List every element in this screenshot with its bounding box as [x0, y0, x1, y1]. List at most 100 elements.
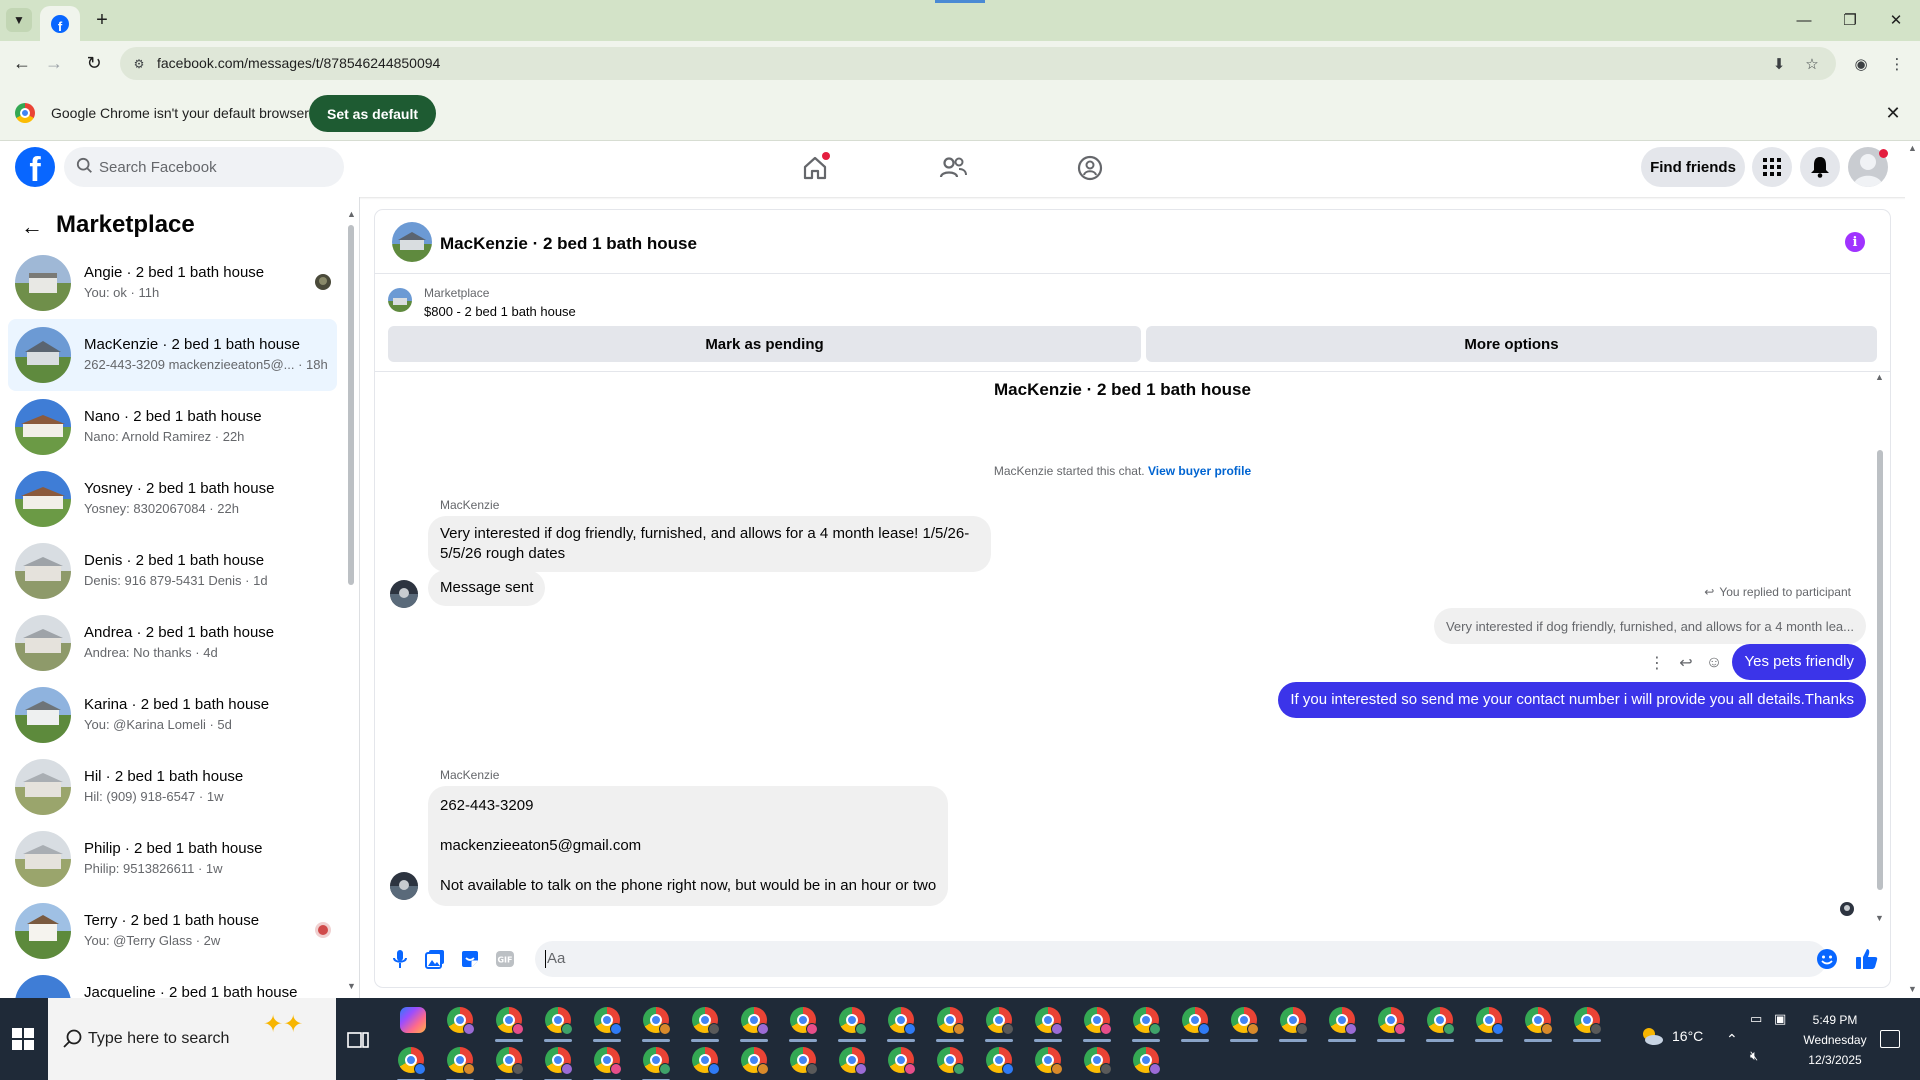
find-friends-button[interactable]: Find friends — [1641, 147, 1745, 187]
notifications-button[interactable] — [1800, 147, 1840, 187]
scroll-down-arrow-icon[interactable]: ▼ — [347, 981, 356, 991]
chrome-window-taskbar-icon[interactable] — [692, 1007, 720, 1035]
conversation-info-button[interactable]: i — [1845, 232, 1865, 252]
scroll-up-arrow-icon[interactable]: ▲ — [347, 209, 356, 219]
chrome-window-taskbar-icon[interactable] — [594, 1007, 622, 1035]
facebook-search-input[interactable]: Search Facebook — [64, 147, 344, 187]
chrome-window-taskbar-icon[interactable] — [741, 1047, 769, 1075]
sidebar-back-button[interactable]: ← — [20, 214, 44, 239]
notification-center-icon[interactable] — [1880, 1030, 1900, 1048]
sidebar-scroll-thumb[interactable] — [348, 225, 354, 585]
bookmark-star-icon[interactable]: ☆ — [1801, 53, 1823, 75]
gif-button[interactable]: GIF — [493, 947, 517, 971]
conversation-item-philip[interactable]: Philip · 2 bed 1 bath house Philip: 9513… — [8, 823, 337, 895]
chrome-window-taskbar-icon[interactable] — [1084, 1047, 1112, 1075]
chrome-window-taskbar-icon[interactable] — [1427, 1007, 1455, 1035]
chrome-window-taskbar-icon[interactable] — [1378, 1007, 1406, 1035]
set-as-default-button[interactable]: Set as default — [309, 95, 437, 132]
chrome-window-taskbar-icon[interactable] — [643, 1007, 671, 1035]
new-tab-button[interactable]: + — [90, 8, 114, 32]
sticker-button[interactable] — [458, 947, 482, 971]
quoted-message[interactable]: Very interested if dog friendly, furnish… — [1433, 608, 1866, 644]
chrome-window-taskbar-icon[interactable] — [447, 1047, 475, 1075]
chrome-window-taskbar-icon[interactable] — [1133, 1047, 1161, 1075]
chrome-window-taskbar-icon[interactable] — [888, 1007, 916, 1035]
infobar-close-button[interactable]: ✕ — [1882, 102, 1904, 124]
speaker-muted-icon[interactable]: 🔇︎ — [1750, 1048, 1758, 1064]
chrome-window-taskbar-icon[interactable] — [643, 1047, 671, 1075]
emoji-button[interactable] — [1815, 947, 1839, 971]
chat-scroll-thumb[interactable] — [1877, 450, 1883, 890]
chrome-window-taskbar-icon[interactable] — [545, 1047, 573, 1075]
copilot-app-icon[interactable] — [400, 1007, 426, 1033]
chrome-window-taskbar-icon[interactable] — [496, 1047, 524, 1075]
browser-tab-facebook[interactable]: f — [40, 6, 80, 41]
chrome-window-taskbar-icon[interactable] — [545, 1007, 573, 1035]
incoming-message[interactable]: Message sent — [428, 570, 546, 606]
outgoing-message[interactable]: Yes pets friendly — [1732, 644, 1866, 680]
reload-button[interactable]: ↻ — [82, 51, 106, 75]
chrome-window-taskbar-icon[interactable] — [888, 1047, 916, 1075]
chrome-window-taskbar-icon[interactable] — [1182, 1007, 1210, 1035]
conversation-item-nano[interactable]: Nano · 2 bed 1 bath house Nano: Arnold R… — [8, 391, 337, 463]
taskbar-clock[interactable]: 5:49 PM Wednesday 12/3/2025 — [1780, 1010, 1890, 1070]
conversation-item-mackenzie[interactable]: MacKenzie · 2 bed 1 bath house 262-443-3… — [8, 319, 337, 391]
more-options-button[interactable]: More options — [1146, 326, 1877, 362]
conversation-item-terry[interactable]: Terry · 2 bed 1 bath house You: @Terry G… — [8, 895, 337, 967]
browser-menu-icon[interactable]: ⋮ — [1886, 53, 1908, 75]
chrome-window-taskbar-icon[interactable] — [790, 1047, 818, 1075]
chrome-window-taskbar-icon[interactable] — [986, 1007, 1014, 1035]
chrome-window-taskbar-icon[interactable] — [447, 1007, 475, 1035]
windows-start-icon[interactable] — [12, 1028, 34, 1050]
chrome-window-taskbar-icon[interactable] — [839, 1007, 867, 1035]
show-hidden-icons-chevron-up-icon[interactable]: ⌃ — [1726, 1031, 1738, 1048]
scroll-down-arrow-icon[interactable]: ▼ — [1875, 913, 1884, 923]
chrome-window-taskbar-icon[interactable] — [1329, 1007, 1357, 1035]
address-url[interactable]: facebook.com/messages/t/878546244850094 — [157, 55, 440, 71]
chrome-window-taskbar-icon[interactable] — [496, 1007, 524, 1035]
reply-icon[interactable]: ↩ — [1676, 653, 1696, 673]
nav-home[interactable] — [798, 151, 832, 185]
chrome-window-taskbar-icon[interactable] — [986, 1047, 1014, 1075]
conversation-item-angie[interactable]: Angie · 2 bed 1 bath house You: ok · 11h — [8, 247, 337, 319]
send-like-button[interactable] — [1855, 947, 1879, 971]
chat-title[interactable]: MacKenzie · 2 bed 1 bath house — [440, 234, 697, 254]
task-view-icon[interactable] — [346, 1028, 370, 1052]
message-input[interactable]: Aa — [535, 941, 1827, 977]
chrome-window-taskbar-icon[interactable] — [839, 1047, 867, 1075]
sidebar-scrollbar[interactable]: ▲ ▼ — [347, 209, 356, 991]
voice-clip-button[interactable] — [388, 947, 412, 971]
incoming-message-contact[interactable]: 262-443-3209 mackenzieeaton5@gmail.com N… — [428, 786, 949, 906]
chrome-window-taskbar-icon[interactable] — [937, 1047, 965, 1075]
nav-friends[interactable] — [936, 151, 970, 185]
conversation-item-hil[interactable]: Hil · 2 bed 1 bath house Hil: (909) 918-… — [8, 751, 337, 823]
conversation-item-denis[interactable]: Denis · 2 bed 1 bath house Denis: 916 87… — [8, 535, 337, 607]
profile-icon[interactable]: ◉ — [1850, 53, 1872, 75]
menu-button[interactable] — [1752, 147, 1792, 187]
chrome-window-taskbar-icon[interactable] — [594, 1047, 622, 1075]
sender-avatar[interactable] — [390, 872, 418, 900]
chat-scrollbar[interactable]: ▲ ▼ — [1875, 372, 1885, 925]
outgoing-message[interactable]: If you interested so send me your contac… — [1278, 682, 1866, 718]
chrome-window-taskbar-icon[interactable] — [741, 1007, 769, 1035]
tab-search-dropdown[interactable]: ▼ — [6, 8, 32, 32]
close-window-button[interactable]: ✕ — [1884, 8, 1908, 32]
chrome-window-taskbar-icon[interactable] — [398, 1047, 426, 1075]
view-buyer-profile-link[interactable]: View buyer profile — [1148, 464, 1251, 478]
react-emoji-icon[interactable]: ☺ — [1704, 653, 1724, 673]
install-app-icon[interactable]: ⬇ — [1768, 53, 1790, 75]
back-button[interactable]: ← — [10, 51, 34, 75]
site-info-icon[interactable]: ⚙ — [130, 55, 148, 73]
chrome-window-taskbar-icon[interactable] — [1231, 1007, 1259, 1035]
chrome-window-taskbar-icon[interactable] — [1280, 1007, 1308, 1035]
chrome-window-taskbar-icon[interactable] — [1035, 1007, 1063, 1035]
chat-listing-avatar[interactable] — [392, 222, 432, 262]
chrome-window-taskbar-icon[interactable] — [937, 1007, 965, 1035]
device-tray-icon[interactable]: ▭ — [1750, 1011, 1762, 1027]
address-bar[interactable]: ⚙ facebook.com/messages/t/87854624485009… — [120, 47, 1836, 80]
listing-mini-thumbnail[interactable] — [388, 288, 412, 312]
sender-avatar[interactable] — [390, 580, 418, 608]
scroll-up-arrow-icon[interactable]: ▲ — [1875, 372, 1884, 382]
conversation-item-yosney[interactable]: Yosney · 2 bed 1 bath house Yosney: 8302… — [8, 463, 337, 535]
more-actions-icon[interactable]: ⋮ — [1647, 653, 1667, 673]
